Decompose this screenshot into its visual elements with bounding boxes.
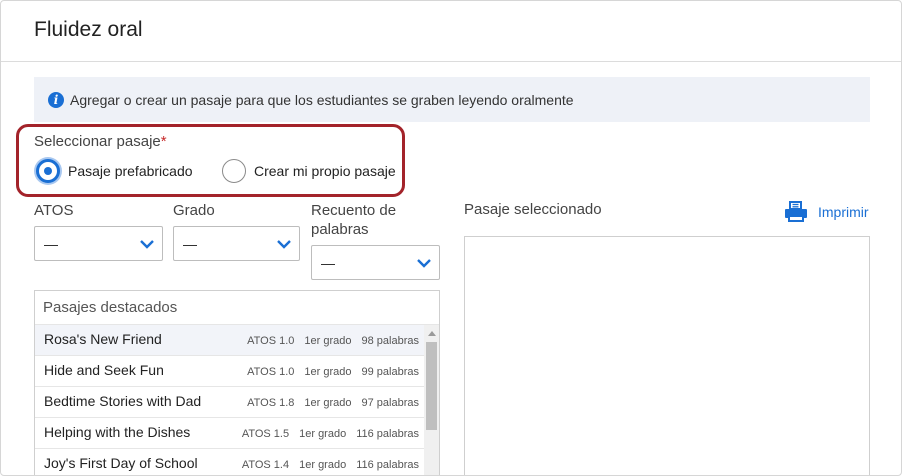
atos-value: — [44,235,58,252]
passage-title[interactable]: Rosa's New Friend [44,331,162,347]
passage-title[interactable]: Joy's First Day of School [44,455,198,471]
passage-atos: ATOS 1.0 [247,335,295,347]
passage-title[interactable]: Bedtime Stories with Dad [44,393,201,409]
passage-words: 116 palabras [356,459,419,471]
passage-grade: 1er grado [299,459,347,471]
radio-button-checked[interactable] [36,159,60,183]
passage-words: 99 palabras [361,366,420,378]
passage-atos: ATOS 1.5 [241,428,290,440]
passage-meta: ATOS 1.0 1er grado 98 palabras [247,335,419,347]
chevron-down-icon [140,240,154,249]
word-count-label: Recuento de palabras [311,202,397,238]
passage-meta: ATOS 1.0 1er grado 99 palabras [247,366,419,378]
list-item[interactable]: Bedtime Stories with Dad ATOS 1.8 1er grad… [35,387,425,418]
passage-words: 97 palabras [361,397,420,409]
featured-passages-header: Pasajes destacados [35,291,439,325]
chevron-down-icon [417,259,431,268]
passage-words: 116 palabras [356,428,419,440]
passage-grade: 1er grado [304,335,352,347]
grade-value: — [183,235,197,252]
dialog-header: Fluidez oral [1,1,901,62]
atos-label: ATOS [34,202,74,219]
printer-icon [785,201,807,222]
passage-meta: ATOS 1.8 1er grado 97 palabras [247,397,419,409]
passage-atos: ATOS 1.8 [247,397,295,409]
info-banner: i Agregar o crear un pasaje para que los… [34,77,870,122]
word-count-value: — [321,254,335,271]
selected-passage-label: Pasaje seleccionado [464,201,602,218]
passage-grade: 1er grado [304,397,352,409]
passage-atos: ATOS 1.4 [241,459,290,471]
passage-atos: ATOS 1.0 [247,366,295,378]
dialog-title: Fluidez oral [34,18,143,41]
chevron-down-icon [277,240,291,249]
radio-button[interactable] [222,159,246,183]
passage-select-label: Seleccionar pasaje* [34,133,167,150]
list-item[interactable]: Hide and Seek Fun ATOS 1.0 1er grado 99 pal… [35,356,425,387]
print-button[interactable]: Imprimir [784,201,869,223]
radio-own-passage[interactable]: Crear mi propio pasaje [222,159,396,183]
passage-title[interactable]: Hide and Seek Fun [44,362,164,378]
list-item[interactable]: Joy's First Day of School ATOS 1.4 1er gra… [35,449,425,475]
passage-grade: 1er grado [299,428,347,440]
list-item[interactable]: Rosa's New Friend ATOS 1.0 1er grado 98 pal… [35,325,425,356]
word-count-select[interactable]: — [311,245,440,280]
passage-meta: ATOS 1.5 1er grado 116 palabras [242,428,419,440]
grade-select[interactable]: — [173,226,300,261]
scrollbar-thumb[interactable] [426,342,437,430]
print-label[interactable]: Imprimir [818,204,869,220]
featured-passages-list: Pasajes destacados Rosa's New Friend ATOS… [34,290,440,475]
radio-prefab-passage[interactable]: Pasaje prefabricado [36,159,193,183]
list-item[interactable]: Helping with the Dishes ATOS 1.5 1er grado… [35,418,425,449]
passage-grade: 1er grado [304,366,352,378]
passage-words: 98 palabras [361,335,420,347]
info-text: Agregar o crear un pasaje para que los e… [70,91,574,108]
passage-meta: ATOS 1.4 1er grado 116 palabras [242,459,419,471]
info-icon: i [48,91,64,108]
oral-fluency-dialog: Fluidez oral i Agregar o crear un pasaje… [0,0,902,476]
grade-label: Grado [173,202,215,219]
required-mark: * [160,133,167,150]
scroll-up-arrow-icon[interactable] [428,331,436,336]
atos-select[interactable]: — [34,226,163,261]
radio-label[interactable]: Crear mi propio pasaje [254,163,396,179]
radio-label[interactable]: Pasaje prefabricado [68,163,193,179]
scrollbar[interactable] [424,325,439,475]
passage-title[interactable]: Helping with the Dishes [44,424,190,440]
selected-passage-preview [464,236,870,475]
